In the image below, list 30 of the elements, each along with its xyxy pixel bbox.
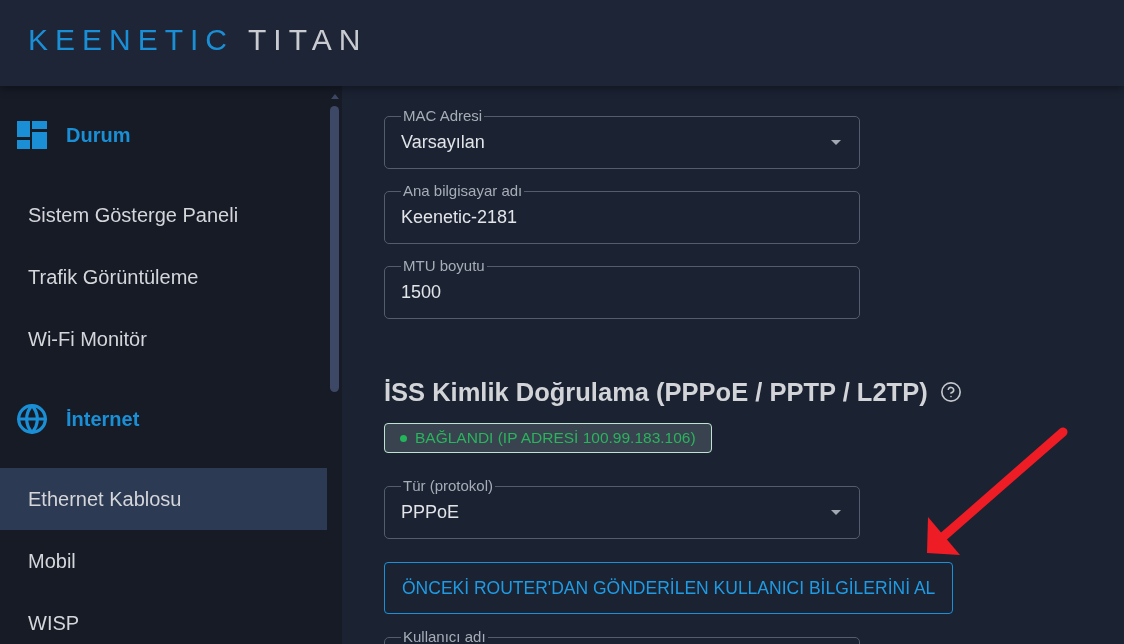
globe-icon <box>16 403 48 435</box>
nav-item[interactable]: Ethernet Kablosu <box>0 468 327 530</box>
status-text: BAĞLANDI (IP ADRESİ 100.99.183.106) <box>415 428 696 448</box>
nav-item[interactable]: WISP <box>0 592 327 644</box>
field-label: MTU boyutu <box>402 258 486 274</box>
dashboard-icon <box>17 121 47 149</box>
import-credentials-button[interactable]: ÖNCEKİ ROUTER'DAN GÖNDERİLEN KULLANICI BİLGİLERİNİ AL <box>384 562 954 614</box>
field-label: Kullanıcı adı <box>402 629 487 644</box>
scroll-up-icon[interactable] <box>330 94 339 99</box>
field-label: Ana bilgisayar adı <box>402 183 524 199</box>
nav-item[interactable]: Wi-Fi Monitör <box>0 308 327 370</box>
field-label: MAC Adresi <box>402 108 484 124</box>
nav-group-title[interactable]: İnternet <box>66 404 140 434</box>
scrollbar-thumb[interactable] <box>330 106 339 392</box>
nav-group-title[interactable]: Durum <box>66 120 131 150</box>
text-field[interactable]: Kullanıcı adı <box>384 629 860 644</box>
dropdown-caret-icon <box>831 139 841 145</box>
model-name: TITAN <box>248 25 368 55</box>
nav-item[interactable]: Mobil <box>0 530 327 592</box>
section-heading: İSS Kimlik Doğrulama (PPPoE / PPTP / L2TP) <box>384 377 928 408</box>
text-field[interactable]: Ana bilgisayar adı Keenetic-2181 <box>384 183 860 244</box>
text-field[interactable]: MTU boyutu 1500 <box>384 258 860 319</box>
brand-name: KEENETIC <box>28 25 235 55</box>
dropdown-field[interactable]: Tür (protokol) PPPoE <box>384 478 860 539</box>
nav-item[interactable]: Sistem Gösterge Paneli <box>0 184 327 246</box>
field-label: Tür (protokol) <box>402 478 495 494</box>
dropdown-field[interactable]: MAC Adresi Varsayılan <box>384 108 860 169</box>
help-icon[interactable] <box>939 381 962 403</box>
dropdown-caret-icon <box>831 509 841 515</box>
nav-item[interactable]: Trafik Görüntüleme <box>0 246 327 308</box>
